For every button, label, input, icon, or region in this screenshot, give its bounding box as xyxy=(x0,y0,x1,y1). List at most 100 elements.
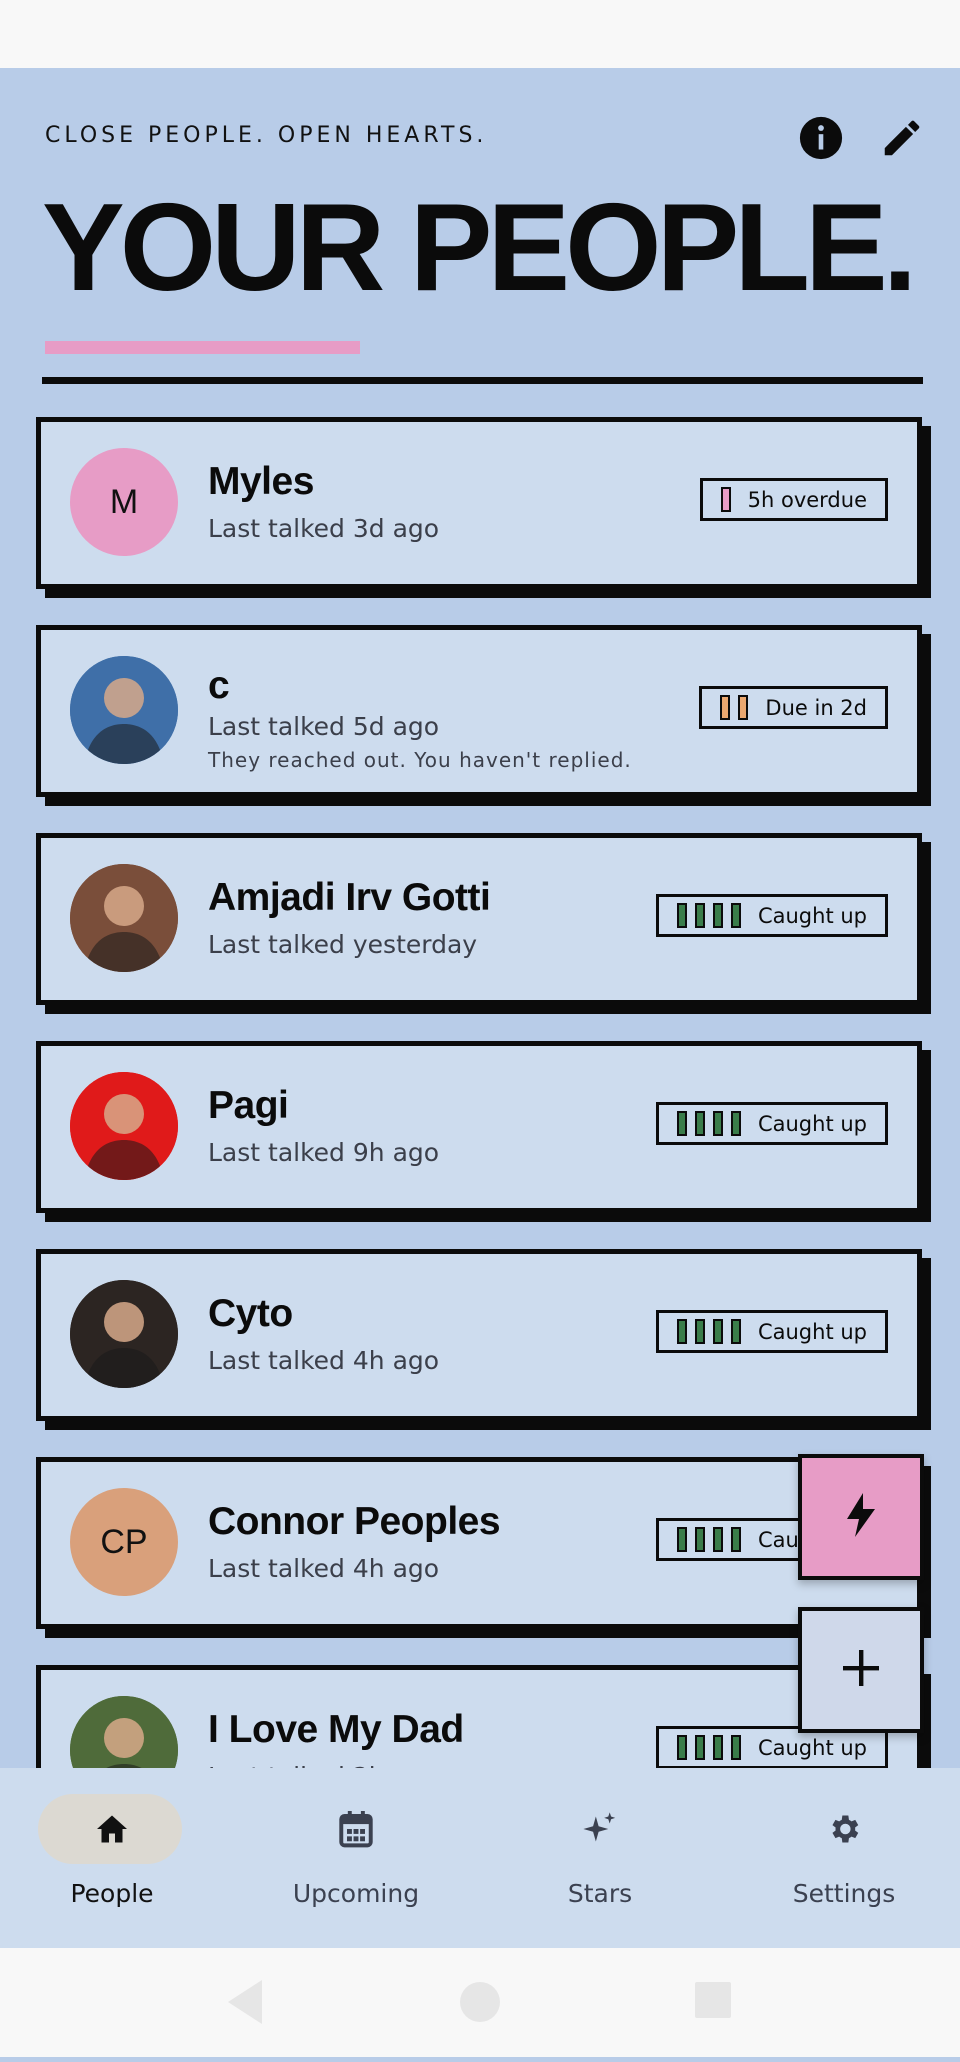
system-recents-icon[interactable] xyxy=(695,1982,731,2018)
home-icon xyxy=(94,1802,130,1856)
status-badge: Due in 2d xyxy=(699,686,888,729)
status-bar-segment xyxy=(730,1527,741,1552)
pencil-icon xyxy=(879,115,925,166)
status-bar-segment xyxy=(694,1319,705,1344)
status-bar-segment xyxy=(720,487,731,512)
page-title: YOUR PEOPLE. xyxy=(42,179,917,317)
status-bars xyxy=(676,1319,741,1344)
nav-item-people[interactable]: People xyxy=(12,1793,212,1923)
status-bar-segment xyxy=(712,1735,723,1760)
reply-note: They reached out. You haven't replied. xyxy=(208,748,632,772)
contact-name: Myles xyxy=(208,460,314,503)
contact-name: c xyxy=(208,664,230,707)
nav-item-upcoming[interactable]: Upcoming xyxy=(256,1793,456,1923)
quick-action-button[interactable] xyxy=(798,1454,924,1580)
nav-label: Settings xyxy=(792,1879,896,1908)
tagline: CLOSE PEOPLE. OPEN HEARTS. xyxy=(45,123,488,148)
status-bar-segment xyxy=(676,1527,687,1552)
status-label: Caught up xyxy=(757,1111,867,1136)
contact-card[interactable]: M Myles Last talked 3d ago 5h overdue xyxy=(36,417,922,589)
status-bars xyxy=(720,695,749,720)
plus-icon xyxy=(841,1648,881,1693)
add-person-button[interactable] xyxy=(798,1607,924,1733)
system-home-icon[interactable] xyxy=(460,1982,500,2022)
sparkle-icon xyxy=(582,1802,618,1856)
calendar-icon xyxy=(338,1802,374,1856)
avatar xyxy=(70,1280,178,1388)
status-bar-segment xyxy=(738,695,749,720)
status-bar-segment xyxy=(712,1527,723,1552)
last-talked-text: Last talked 9h ago xyxy=(208,1138,440,1167)
status-bar-segment xyxy=(712,903,723,928)
avatar: M xyxy=(70,448,178,556)
status-bar xyxy=(0,0,960,68)
people-screen: M Myles Last talked 3d ago 5h overdue c Last … xyxy=(0,68,960,1768)
edit-button[interactable] xyxy=(871,109,933,171)
info-button[interactable] xyxy=(790,109,852,171)
contact-card[interactable]: CP Connor Peoples Last talked 4h ago Caught… xyxy=(36,1457,922,1629)
status-bar-segment xyxy=(730,1735,741,1760)
status-bar-segment xyxy=(694,1527,705,1552)
contact-card[interactable]: I Love My DadLast talked 2h agoCaught up xyxy=(36,1665,922,1768)
avatar xyxy=(70,656,178,764)
contact-card[interactable]: Cyto Last talked 4h ago Caught up xyxy=(36,1249,922,1421)
status-bar-segment xyxy=(712,1319,723,1344)
nav-item-settings[interactable]: Settings xyxy=(744,1793,944,1923)
status-bar-segment xyxy=(676,903,687,928)
status-bar-segment xyxy=(712,1111,723,1136)
contact-name: Pagi xyxy=(208,1084,289,1127)
status-bar-segment xyxy=(720,695,731,720)
nav-label: Upcoming xyxy=(292,1879,420,1908)
gear-icon xyxy=(826,1802,862,1856)
status-bars xyxy=(676,1735,741,1760)
bottom-navigation: People Upcoming Stars Settings xyxy=(0,1768,960,1948)
status-badge: Caught up xyxy=(655,1310,888,1353)
status-label: Due in 2d xyxy=(765,695,867,720)
status-bar-segment xyxy=(676,1319,687,1344)
system-back-icon[interactable] xyxy=(228,1980,262,2024)
system-navigation-bar xyxy=(0,1948,960,2057)
avatar: CP xyxy=(70,1488,178,1596)
title-accent-underline xyxy=(45,341,360,354)
nav-label: People xyxy=(70,1879,154,1908)
header-divider xyxy=(42,377,923,384)
contact-card[interactable]: Pagi Last talked 9h ago Caught up xyxy=(36,1041,922,1213)
status-bar-segment xyxy=(694,903,705,928)
contact-name: Amjadi Irv Gotti xyxy=(208,876,491,919)
status-bars xyxy=(676,1111,741,1136)
lightning-bolt-icon xyxy=(841,1491,881,1544)
contact-name: I Love My Dad xyxy=(208,1708,464,1751)
status-bars xyxy=(720,487,731,512)
status-bars xyxy=(676,1527,741,1552)
contact-card[interactable]: c Last talked 5d ago They reached out. You… xyxy=(36,625,922,797)
status-label: Caught up xyxy=(757,1319,867,1344)
status-bar-segment xyxy=(676,1111,687,1136)
status-bar-segment xyxy=(676,1735,687,1760)
status-label: Caught up xyxy=(757,1735,867,1760)
status-bar-segment xyxy=(730,903,741,928)
status-label: 5h overdue xyxy=(747,487,867,512)
nav-item-stars[interactable]: Stars xyxy=(500,1793,700,1923)
last-talked-text: Last talked 4h ago xyxy=(208,1554,440,1583)
last-talked-text: Last talked 4h ago xyxy=(208,1346,440,1375)
last-talked-text: Last talked 5d ago xyxy=(208,712,440,741)
status-badge: Caught up xyxy=(655,894,888,937)
info-icon xyxy=(798,115,844,166)
avatar xyxy=(70,1696,178,1768)
status-bars xyxy=(676,903,741,928)
last-talked-text: Last talked 3d ago xyxy=(208,514,440,543)
contact-card[interactable]: Amjadi Irv Gotti Last talked yesterday Cau… xyxy=(36,833,922,1005)
status-bar-segment xyxy=(730,1319,741,1344)
status-badge: Caught up xyxy=(655,1102,888,1145)
avatar xyxy=(70,1072,178,1180)
contact-name: Connor Peoples xyxy=(208,1500,501,1543)
status-label: Caught up xyxy=(757,903,867,928)
contact-name: Cyto xyxy=(208,1292,293,1335)
status-bar-segment xyxy=(694,1111,705,1136)
status-bar-segment xyxy=(730,1111,741,1136)
avatar xyxy=(70,864,178,972)
last-talked-text: Last talked yesterday xyxy=(208,930,478,959)
nav-label: Stars xyxy=(567,1879,633,1908)
status-badge: 5h overdue xyxy=(699,478,888,521)
status-bar-segment xyxy=(694,1735,705,1760)
